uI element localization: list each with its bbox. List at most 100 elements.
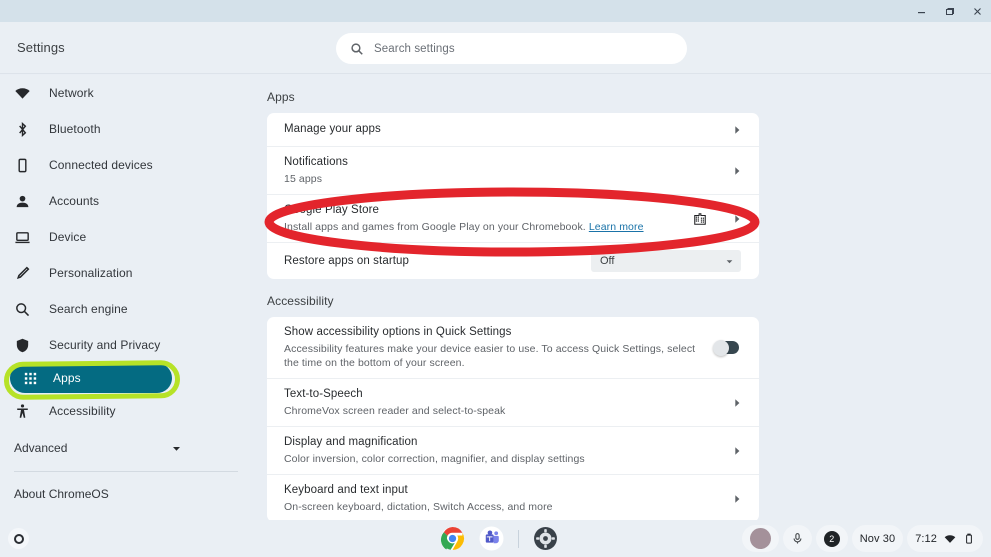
notification-count-badge: 2 — [823, 530, 840, 547]
battery-icon — [963, 533, 975, 545]
quick-settings-toggle[interactable] — [713, 339, 739, 356]
chevron-right-icon — [731, 124, 743, 136]
sidebar-item-device[interactable]: Device — [0, 219, 250, 255]
settings-main-content: Apps Manage your apps Notifications 15 a… — [250, 75, 991, 520]
sidebar-item-connected-devices[interactable]: Connected devices — [0, 147, 250, 183]
row-notifications[interactable]: Notifications 15 apps — [267, 147, 759, 195]
chevron-right-icon — [731, 213, 743, 225]
bluetooth-icon — [14, 121, 31, 138]
sidebar-item-apps[interactable]: Apps — [10, 363, 172, 393]
sidebar-item-label: Security and Privacy — [49, 338, 161, 352]
close-button[interactable] — [963, 0, 991, 22]
chevron-right-icon — [731, 445, 743, 457]
sidebar-item-label: Search engine — [49, 302, 128, 316]
sidebar-item-security-and-privacy[interactable]: Security and Privacy — [0, 327, 250, 363]
row-show-accessibility-options[interactable]: Show accessibility options in Quick Sett… — [267, 317, 759, 379]
date-label: Nov 30 — [859, 532, 896, 545]
row-title: Notifications — [284, 156, 348, 168]
person-icon — [14, 193, 31, 210]
notification-pill[interactable]: 2 — [815, 525, 848, 552]
wifi-icon — [14, 85, 31, 102]
row-restore-apps-on-startup[interactable]: Restore apps on startup Off — [267, 243, 759, 279]
sidebar-advanced-label: Advanced — [14, 441, 68, 455]
shelf-app-icons — [440, 526, 558, 551]
learn-more-link[interactable]: Learn more — [589, 221, 644, 233]
launcher-dot — [13, 533, 24, 544]
sidebar-item-accessibility[interactable]: Accessibility — [0, 393, 250, 429]
row-subtitle: ChromeVox screen reader and select-to-sp… — [284, 405, 506, 417]
row-subtitle: Color inversion, color correction, magni… — [284, 453, 585, 465]
sidebar-item-label: Accessibility — [49, 404, 116, 418]
microsoft-teams-icon[interactable] — [479, 526, 504, 551]
search-icon — [14, 301, 31, 318]
launcher-circle-icon[interactable] — [8, 528, 29, 549]
row-title: Show accessibility options in Quick Sett… — [284, 326, 512, 338]
chevron-right-icon — [731, 493, 743, 505]
row-subtitle: On-screen keyboard, dictation, Switch Ac… — [284, 501, 553, 513]
search-placeholder: Search settings — [374, 42, 455, 55]
chromeos-shelf: 2 Nov 30 7:12 — [0, 520, 991, 557]
chromeos-settings-window: Settings Search settings Network Bluetoo… — [0, 0, 991, 557]
system-tray: 2 Nov 30 7:12 — [741, 525, 983, 552]
row-keyboard-and-text-input[interactable]: Keyboard and text input On-screen keyboa… — [267, 475, 759, 520]
sidebar-item-bluetooth[interactable]: Bluetooth — [0, 111, 250, 147]
chevron-down-icon — [171, 443, 182, 454]
row-subtitle: 15 apps — [284, 173, 323, 185]
sidebar-item-about-chromeos[interactable]: About ChromeOS — [0, 476, 250, 512]
microphone-pill[interactable] — [782, 525, 812, 552]
row-title: Google Play Store — [284, 204, 380, 216]
section-label-apps: Apps — [267, 90, 295, 104]
settings-sidebar: Network Bluetooth Connected devices Acco… — [0, 75, 250, 520]
shelf-divider — [518, 529, 519, 548]
search-icon — [350, 42, 364, 56]
sidebar-item-accounts[interactable]: Accounts — [0, 183, 250, 219]
row-display-and-magnification[interactable]: Display and magnification Color inversio… — [267, 427, 759, 475]
sidebar-item-advanced[interactable]: Advanced — [0, 429, 250, 467]
chrome-icon[interactable] — [440, 526, 465, 551]
avatar-pill[interactable] — [741, 525, 779, 552]
sidebar-item-label: Connected devices — [49, 158, 153, 172]
shield-icon — [14, 337, 31, 354]
row-subtitle: Install apps and games from Google Play … — [284, 220, 693, 234]
sidebar-item-label: Personalization — [49, 266, 133, 280]
apps-card: Manage your apps Notifications 15 apps G… — [267, 113, 759, 279]
wifi-icon — [944, 533, 956, 545]
toggle-knob — [713, 339, 729, 356]
sidebar-item-label: Bluetooth — [49, 122, 101, 136]
play-store-grid-icon — [693, 212, 707, 226]
search-input[interactable]: Search settings — [336, 33, 687, 64]
sidebar-item-label: Network — [49, 86, 94, 100]
chevron-right-icon — [731, 165, 743, 177]
row-title: Display and magnification — [284, 436, 418, 448]
sidebar-item-personalization[interactable]: Personalization — [0, 255, 250, 291]
microphone-icon — [791, 532, 804, 545]
maximize-button[interactable] — [935, 0, 963, 22]
grid-apps-icon — [22, 370, 39, 387]
date-pill[interactable]: Nov 30 — [851, 525, 904, 552]
row-manage-your-apps[interactable]: Manage your apps — [267, 113, 759, 147]
sidebar-item-label: Device — [49, 230, 87, 244]
row-subtitle-text: Install apps and games from Google Play … — [284, 221, 589, 233]
sidebar-item-network[interactable]: Network — [0, 75, 250, 111]
row-google-play-store[interactable]: Google Play Store Install apps and games… — [267, 195, 759, 243]
accessibility-card: Show accessibility options in Quick Sett… — [267, 317, 759, 520]
select-value: Off — [600, 255, 615, 267]
sidebar-about-label: About ChromeOS — [14, 487, 109, 501]
row-title: Keyboard and text input — [284, 484, 408, 496]
brush-icon — [14, 265, 31, 282]
row-text-to-speech[interactable]: Text-to-Speech ChromeVox screen reader a… — [267, 379, 759, 427]
minimize-button[interactable] — [907, 0, 935, 22]
time-label: 7:12 — [915, 532, 937, 545]
row-subtitle: Accessibility features make your device … — [284, 343, 696, 369]
section-label-accessibility: Accessibility — [267, 294, 334, 308]
accessibility-icon — [14, 403, 31, 420]
sidebar-item-label: Apps — [53, 371, 81, 385]
status-pill[interactable]: 7:12 — [907, 525, 983, 552]
restore-apps-select[interactable]: Off — [591, 250, 741, 272]
sidebar-item-search-engine[interactable]: Search engine — [0, 291, 250, 327]
laptop-icon — [14, 229, 31, 246]
row-title: Text-to-Speech — [284, 388, 363, 400]
phone-icon — [14, 157, 31, 174]
settings-gear-icon[interactable] — [533, 526, 558, 551]
sidebar-item-label: Accounts — [49, 194, 100, 208]
